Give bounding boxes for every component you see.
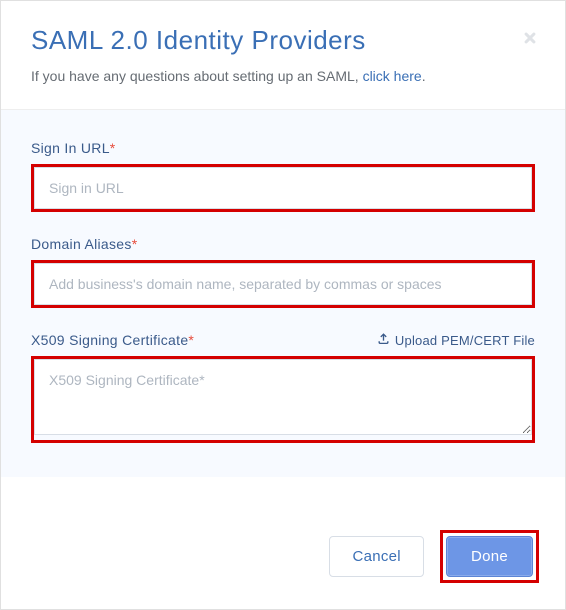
sign-in-url-highlight — [31, 164, 535, 212]
modal-header: SAML 2.0 Identity Providers If you have … — [1, 1, 565, 110]
domain-aliases-highlight — [31, 260, 535, 308]
modal-title: SAML 2.0 Identity Providers — [31, 25, 535, 56]
domain-aliases-field-group: Domain Aliases* — [31, 236, 535, 308]
done-button[interactable]: Done — [446, 536, 533, 577]
label-text: X509 Signing Certificate — [31, 332, 188, 348]
help-link[interactable]: click here — [363, 68, 422, 84]
cert-field-group: X509 Signing Certificate* Upload PEM/CER… — [31, 332, 535, 443]
modal-subtitle: If you have any questions about setting … — [31, 66, 535, 87]
modal-body: Sign In URL* Domain Aliases* X509 Signin… — [1, 110, 565, 477]
upload-cert-link[interactable]: Upload PEM/CERT File — [377, 332, 535, 348]
subtitle-suffix: . — [422, 68, 426, 84]
label-text: Sign In URL — [31, 140, 110, 156]
modal-footer: Cancel Done — [1, 510, 565, 609]
cancel-button[interactable]: Cancel — [329, 536, 424, 577]
cert-label-row: X509 Signing Certificate* Upload PEM/CER… — [31, 332, 535, 348]
saml-identity-providers-modal: SAML 2.0 Identity Providers If you have … — [0, 0, 566, 610]
required-asterisk: * — [188, 332, 194, 348]
upload-link-label: Upload PEM/CERT File — [395, 333, 535, 348]
sign-in-url-label: Sign In URL* — [31, 140, 535, 156]
required-asterisk: * — [132, 236, 138, 252]
label-text: Domain Aliases — [31, 236, 132, 252]
sign-in-url-field-group: Sign In URL* — [31, 140, 535, 212]
domain-aliases-label: Domain Aliases* — [31, 236, 535, 252]
upload-icon — [377, 332, 390, 348]
sign-in-url-input[interactable] — [34, 167, 532, 209]
cert-highlight — [31, 356, 535, 443]
subtitle-text: If you have any questions about setting … — [31, 68, 363, 84]
cert-textarea[interactable] — [34, 359, 532, 435]
done-button-highlight: Done — [440, 530, 539, 583]
required-asterisk: * — [110, 140, 116, 156]
close-icon[interactable] — [521, 29, 539, 47]
cert-label: X509 Signing Certificate* — [31, 332, 194, 348]
domain-aliases-input[interactable] — [34, 263, 532, 305]
